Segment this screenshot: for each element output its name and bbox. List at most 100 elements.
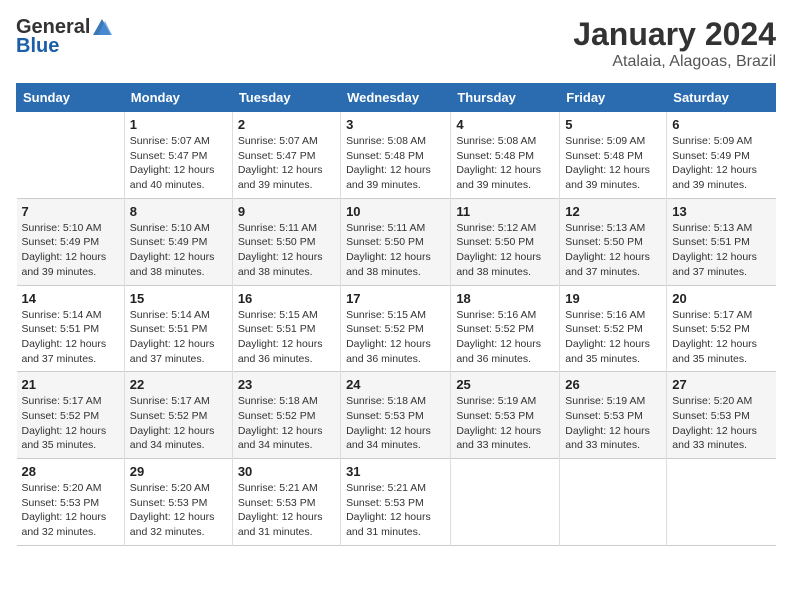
day-number: 15 <box>130 291 227 306</box>
calendar-cell: 7 Sunrise: 5:10 AM Sunset: 5:49 PM Daylig… <box>17 198 125 285</box>
calendar-header-row: SundayMondayTuesdayWednesdayThursdayFrid… <box>17 84 776 112</box>
day-info: Sunrise: 5:10 AM Sunset: 5:49 PM Dayligh… <box>22 221 119 280</box>
calendar-cell: 20Sunrise: 5:17 AM Sunset: 5:52 PM Dayli… <box>667 285 776 372</box>
calendar-cell: 17 Sunrise: 5:15 AM Sunset: 5:52 PM Dayli… <box>341 285 451 372</box>
day-info: Sunrise: 5:18 AM Sunset: 5:52 PM Dayligh… <box>238 394 335 453</box>
calendar-table: SundayMondayTuesdayWednesdayThursdayFrid… <box>16 83 776 546</box>
header-monday: Monday <box>124 84 232 112</box>
calendar-cell: 3 Sunrise: 5:08 AM Sunset: 5:48 PM Daylig… <box>341 112 451 199</box>
page-header: General Blue January 2024 Atalaia, Alago… <box>16 16 776 71</box>
day-number: 28 <box>22 464 119 479</box>
header-sunday: Sunday <box>17 84 125 112</box>
calendar-cell: 1 Sunrise: 5:07 AM Sunset: 5:47 PM Daylig… <box>124 112 232 199</box>
calendar-cell <box>451 459 560 546</box>
calendar-cell <box>17 112 125 199</box>
logo: General Blue <box>16 16 114 58</box>
calendar-cell: 16Sunrise: 5:15 AM Sunset: 5:51 PM Dayli… <box>232 285 340 372</box>
day-info: Sunrise: 5:20 AM Sunset: 5:53 PM Dayligh… <box>130 481 227 540</box>
day-info: Sunrise: 5:14 AM Sunset: 5:51 PM Dayligh… <box>22 308 119 367</box>
calendar-cell: 4Sunrise: 5:08 AM Sunset: 5:48 PM Daylig… <box>451 112 560 199</box>
day-number: 30 <box>238 464 335 479</box>
day-info: Sunrise: 5:10 AM Sunset: 5:49 PM Dayligh… <box>130 221 227 280</box>
calendar-cell: 27 Sunrise: 5:20 AM Sunset: 5:53 PM Dayli… <box>667 372 776 459</box>
header-thursday: Thursday <box>451 84 560 112</box>
day-number: 11 <box>456 204 554 219</box>
day-number: 31 <box>346 464 445 479</box>
day-number: 20 <box>672 291 770 306</box>
day-info: Sunrise: 5:17 AM Sunset: 5:52 PM Dayligh… <box>22 394 119 453</box>
logo-icon <box>91 17 113 39</box>
day-info: Sunrise: 5:21 AM Sunset: 5:53 PM Dayligh… <box>346 481 445 540</box>
day-info: Sunrise: 5:20 AM Sunset: 5:53 PM Dayligh… <box>22 481 119 540</box>
day-number: 7 <box>22 204 119 219</box>
day-info: Sunrise: 5:09 AM Sunset: 5:48 PM Dayligh… <box>565 134 661 193</box>
day-info: Sunrise: 5:08 AM Sunset: 5:48 PM Dayligh… <box>346 134 445 193</box>
day-info: Sunrise: 5:20 AM Sunset: 5:53 PM Dayligh… <box>672 394 770 453</box>
header-wednesday: Wednesday <box>341 84 451 112</box>
calendar-cell: 6 Sunrise: 5:09 AM Sunset: 5:49 PM Daylig… <box>667 112 776 199</box>
calendar-week-row: 14Sunrise: 5:14 AM Sunset: 5:51 PM Dayli… <box>17 285 776 372</box>
day-number: 17 <box>346 291 445 306</box>
calendar-cell: 21Sunrise: 5:17 AM Sunset: 5:52 PM Dayli… <box>17 372 125 459</box>
calendar-cell: 12 Sunrise: 5:13 AM Sunset: 5:50 PM Dayli… <box>560 198 667 285</box>
day-number: 12 <box>565 204 661 219</box>
day-info: Sunrise: 5:07 AM Sunset: 5:47 PM Dayligh… <box>130 134 227 193</box>
calendar-cell: 31 Sunrise: 5:21 AM Sunset: 5:53 PM Dayli… <box>341 459 451 546</box>
logo-blue: Blue <box>16 35 59 58</box>
calendar-cell: 8 Sunrise: 5:10 AM Sunset: 5:49 PM Daylig… <box>124 198 232 285</box>
calendar-cell: 22 Sunrise: 5:17 AM Sunset: 5:52 PM Dayli… <box>124 372 232 459</box>
day-number: 1 <box>130 117 227 132</box>
day-info: Sunrise: 5:17 AM Sunset: 5:52 PM Dayligh… <box>130 394 227 453</box>
day-number: 25 <box>456 377 554 392</box>
day-number: 10 <box>346 204 445 219</box>
calendar-cell: 10 Sunrise: 5:11 AM Sunset: 5:50 PM Dayli… <box>341 198 451 285</box>
calendar-cell: 28 Sunrise: 5:20 AM Sunset: 5:53 PM Dayli… <box>17 459 125 546</box>
day-number: 27 <box>672 377 770 392</box>
calendar-cell: 18 Sunrise: 5:16 AM Sunset: 5:52 PM Dayli… <box>451 285 560 372</box>
calendar-cell: 2 Sunrise: 5:07 AM Sunset: 5:47 PM Daylig… <box>232 112 340 199</box>
day-number: 16 <box>238 291 335 306</box>
day-info: Sunrise: 5:19 AM Sunset: 5:53 PM Dayligh… <box>565 394 661 453</box>
calendar-cell <box>667 459 776 546</box>
calendar-week-row: 7 Sunrise: 5:10 AM Sunset: 5:49 PM Daylig… <box>17 198 776 285</box>
day-info: Sunrise: 5:21 AM Sunset: 5:53 PM Dayligh… <box>238 481 335 540</box>
day-info: Sunrise: 5:16 AM Sunset: 5:52 PM Dayligh… <box>456 308 554 367</box>
day-number: 8 <box>130 204 227 219</box>
header-tuesday: Tuesday <box>232 84 340 112</box>
calendar-cell: 15 Sunrise: 5:14 AM Sunset: 5:51 PM Dayli… <box>124 285 232 372</box>
calendar-cell: 30 Sunrise: 5:21 AM Sunset: 5:53 PM Dayli… <box>232 459 340 546</box>
day-info: Sunrise: 5:09 AM Sunset: 5:49 PM Dayligh… <box>672 134 770 193</box>
calendar-week-row: 28 Sunrise: 5:20 AM Sunset: 5:53 PM Dayli… <box>17 459 776 546</box>
day-info: Sunrise: 5:15 AM Sunset: 5:52 PM Dayligh… <box>346 308 445 367</box>
day-number: 22 <box>130 377 227 392</box>
day-info: Sunrise: 5:13 AM Sunset: 5:50 PM Dayligh… <box>565 221 661 280</box>
day-info: Sunrise: 5:12 AM Sunset: 5:50 PM Dayligh… <box>456 221 554 280</box>
calendar-cell: 13Sunrise: 5:13 AM Sunset: 5:51 PM Dayli… <box>667 198 776 285</box>
day-number: 3 <box>346 117 445 132</box>
day-number: 2 <box>238 117 335 132</box>
calendar-cell <box>560 459 667 546</box>
day-info: Sunrise: 5:18 AM Sunset: 5:53 PM Dayligh… <box>346 394 445 453</box>
day-number: 6 <box>672 117 770 132</box>
calendar-cell: 5 Sunrise: 5:09 AM Sunset: 5:48 PM Daylig… <box>560 112 667 199</box>
day-info: Sunrise: 5:11 AM Sunset: 5:50 PM Dayligh… <box>346 221 445 280</box>
day-info: Sunrise: 5:14 AM Sunset: 5:51 PM Dayligh… <box>130 308 227 367</box>
day-number: 18 <box>456 291 554 306</box>
day-number: 23 <box>238 377 335 392</box>
calendar-cell: 26Sunrise: 5:19 AM Sunset: 5:53 PM Dayli… <box>560 372 667 459</box>
day-info: Sunrise: 5:19 AM Sunset: 5:53 PM Dayligh… <box>456 394 554 453</box>
calendar-week-row: 1 Sunrise: 5:07 AM Sunset: 5:47 PM Daylig… <box>17 112 776 199</box>
calendar-cell: 9Sunrise: 5:11 AM Sunset: 5:50 PM Daylig… <box>232 198 340 285</box>
day-info: Sunrise: 5:11 AM Sunset: 5:50 PM Dayligh… <box>238 221 335 280</box>
day-info: Sunrise: 5:07 AM Sunset: 5:47 PM Dayligh… <box>238 134 335 193</box>
calendar-cell: 29Sunrise: 5:20 AM Sunset: 5:53 PM Dayli… <box>124 459 232 546</box>
day-number: 24 <box>346 377 445 392</box>
header-friday: Friday <box>560 84 667 112</box>
month-year-title: January 2024 <box>573 16 776 53</box>
title-area: January 2024 Atalaia, Alagoas, Brazil <box>573 16 776 71</box>
calendar-cell: 11 Sunrise: 5:12 AM Sunset: 5:50 PM Dayli… <box>451 198 560 285</box>
calendar-cell: 23 Sunrise: 5:18 AM Sunset: 5:52 PM Dayli… <box>232 372 340 459</box>
day-number: 5 <box>565 117 661 132</box>
day-number: 4 <box>456 117 554 132</box>
calendar-cell: 24 Sunrise: 5:18 AM Sunset: 5:53 PM Dayli… <box>341 372 451 459</box>
